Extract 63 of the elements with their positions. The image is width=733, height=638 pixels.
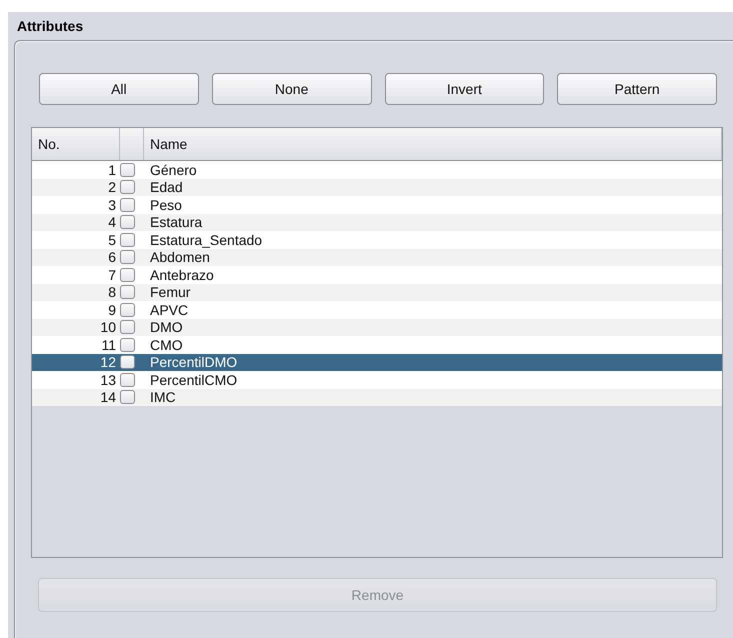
row-number: 8: [107, 284, 117, 300]
table-row[interactable]: 4 Estatura: [32, 214, 722, 231]
row-number: 4: [107, 214, 117, 230]
checkbox[interactable]: [120, 338, 135, 352]
checkbox[interactable]: [120, 285, 135, 300]
row-number: 9: [107, 302, 117, 318]
attribute-name: Peso: [149, 196, 182, 213]
checkbox[interactable]: [120, 390, 135, 404]
checkbox[interactable]: [120, 372, 135, 387]
table-row[interactable]: 12 PercentilDMO: [32, 354, 722, 371]
checkbox[interactable]: [120, 162, 135, 177]
select-button[interactable]: Invert: [384, 73, 544, 105]
row-number: 13: [99, 372, 117, 388]
select-button[interactable]: All: [39, 73, 199, 105]
row-number: 7: [107, 266, 117, 283]
attribute-name: Edad: [149, 179, 183, 196]
table-row[interactable]: 5 Estatura_Sentado: [32, 231, 722, 248]
table-row[interactable]: 7 Antebrazo: [32, 266, 722, 284]
attribute-name: PercentilDMO: [149, 354, 238, 370]
panel-title: Attributes: [16, 18, 84, 36]
table-row[interactable]: 3 Peso: [32, 196, 722, 214]
attribute-name: PercentilCMO: [149, 372, 238, 388]
row-number: 12: [99, 354, 117, 370]
checkbox[interactable]: [120, 215, 135, 230]
attribute-name: Antebrazo: [149, 266, 214, 283]
table-row[interactable]: 1 Género: [32, 161, 722, 178]
attribute-name: Estatura_Sentado: [149, 232, 262, 248]
row-number: 10: [99, 319, 117, 336]
attribute-name: Femur: [149, 284, 190, 300]
row-number: 2: [107, 179, 117, 196]
checkbox[interactable]: [120, 232, 135, 247]
checkbox[interactable]: [120, 180, 135, 194]
attribute-name: APVC: [149, 302, 188, 318]
attribute-name: IMC: [149, 389, 176, 406]
attribute-name: Abdomen: [149, 249, 210, 266]
table-row[interactable]: 10 DMO: [32, 318, 722, 336]
row-number: 1: [107, 162, 117, 178]
table-row[interactable]: 13 PercentilCMO: [32, 371, 722, 388]
row-number: 6: [107, 249, 117, 266]
checkbox[interactable]: [120, 355, 135, 370]
attribute-name: CMO: [149, 336, 183, 353]
row-number: 14: [99, 389, 117, 406]
checkbox[interactable]: [120, 250, 135, 264]
checkbox[interactable]: [120, 320, 135, 334]
select-button[interactable]: None: [212, 73, 372, 105]
attribute-name: Estatura: [149, 214, 202, 230]
checkbox[interactable]: [120, 198, 135, 212]
table-row[interactable]: 9 APVC: [32, 301, 722, 318]
attribute-name: Género: [149, 162, 197, 178]
table-row[interactable]: 11 CMO: [32, 336, 722, 354]
table-row[interactable]: 14 IMC: [32, 388, 722, 406]
checkbox[interactable]: [120, 268, 135, 282]
table-row[interactable]: 6 Abdomen: [32, 248, 722, 266]
select-button[interactable]: Pattern: [557, 73, 717, 105]
checkbox[interactable]: [120, 302, 135, 317]
table-row[interactable]: 2 Edad: [32, 178, 722, 196]
row-number: 11: [100, 336, 117, 353]
attribute-name: DMO: [149, 319, 183, 336]
column-header[interactable]: No.: [32, 128, 120, 160]
row-number: 5: [107, 232, 117, 248]
row-number: 3: [107, 196, 117, 213]
table-row[interactable]: 8 Femur: [32, 284, 722, 301]
column-header[interactable]: Name: [144, 128, 722, 160]
